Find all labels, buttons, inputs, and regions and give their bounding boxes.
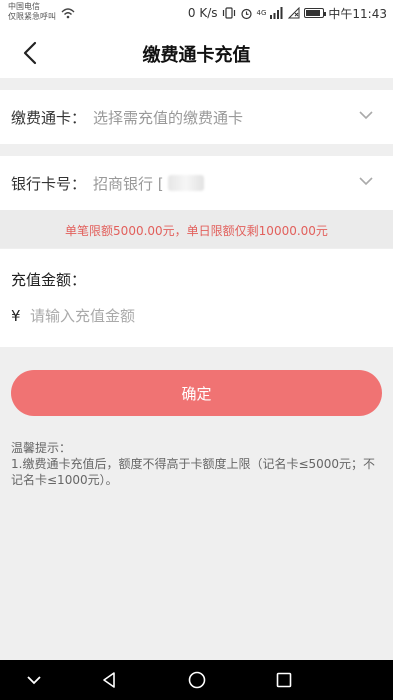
page-title: 缴费通卡充值 (142, 45, 251, 66)
confirm-button[interactable]: 确定 (11, 370, 382, 416)
tips-title: 温馨提示： (11, 441, 72, 455)
status-bar: 中国电信 仅限紧急呼叫 0 K/s 4G 中午11:43 (0, 0, 393, 28)
alarm-icon (240, 8, 252, 19)
limit-text: 单笔限额5000.00元，单日限额仅剩10000.00元 (65, 224, 328, 238)
limit-notice: 单笔限额5000.00元，单日限额仅剩10000.00元 (0, 210, 393, 248)
no-signal-icon (288, 7, 300, 19)
masked-card-number (167, 175, 204, 191)
chevron-down-icon[interactable] (359, 110, 373, 120)
system-nav-bar (0, 660, 393, 700)
currency-symbol: ¥ (11, 307, 21, 325)
bank-card-value: 招商银行 [ (93, 173, 204, 194)
emergency-only-text: 仅限紧急呼叫 (8, 12, 56, 21)
tips-line-1: 1.缴费通卡充值后，额度不得高于卡额度上限（记名卡≤5000元；不记名卡≤100… (11, 457, 376, 487)
chevron-down-icon[interactable] (359, 176, 373, 186)
card-select-row[interactable]: 缴费通卡： 选择需充值的缴费通卡 (0, 90, 393, 144)
amount-label: 充值金额： (11, 271, 87, 289)
back-triangle-icon[interactable] (99, 670, 119, 690)
card-placeholder: 选择需充值的缴费通卡 (93, 109, 244, 127)
bank-name: 招商银行 [ (93, 175, 164, 193)
vibrate-icon (222, 7, 235, 19)
card-label: 缴费通卡： (11, 109, 87, 127)
status-right: 0 K/s 4G 中午11:43 (188, 4, 387, 22)
collapse-icon[interactable] (24, 670, 44, 690)
wifi-calling-icon (61, 8, 75, 19)
carrier-info: 中国电信 仅限紧急呼叫 (8, 2, 56, 22)
network-speed: 0 K/s (187, 6, 218, 20)
amount-section: 充值金额： ¥ (0, 249, 393, 347)
nav-bar: 缴费通卡充值 (0, 28, 393, 78)
battery-icon (304, 8, 327, 18)
signal-icon (270, 7, 283, 19)
clock: 中午11:43 (328, 6, 387, 21)
bank-card-row[interactable]: 银行卡号： 招商银行 [ (0, 156, 393, 210)
home-circle-icon[interactable] (187, 670, 207, 690)
bank-card-label: 银行卡号： (11, 175, 87, 193)
recent-square-icon[interactable] (274, 670, 294, 690)
network-type-label: 4G (256, 9, 267, 17)
amount-input[interactable] (30, 301, 360, 331)
carrier-name: 中国电信 (8, 2, 40, 11)
tips-section: 温馨提示： 1.缴费通卡充值后，额度不得高于卡额度上限（记名卡≤5000元；不记… (11, 440, 383, 488)
